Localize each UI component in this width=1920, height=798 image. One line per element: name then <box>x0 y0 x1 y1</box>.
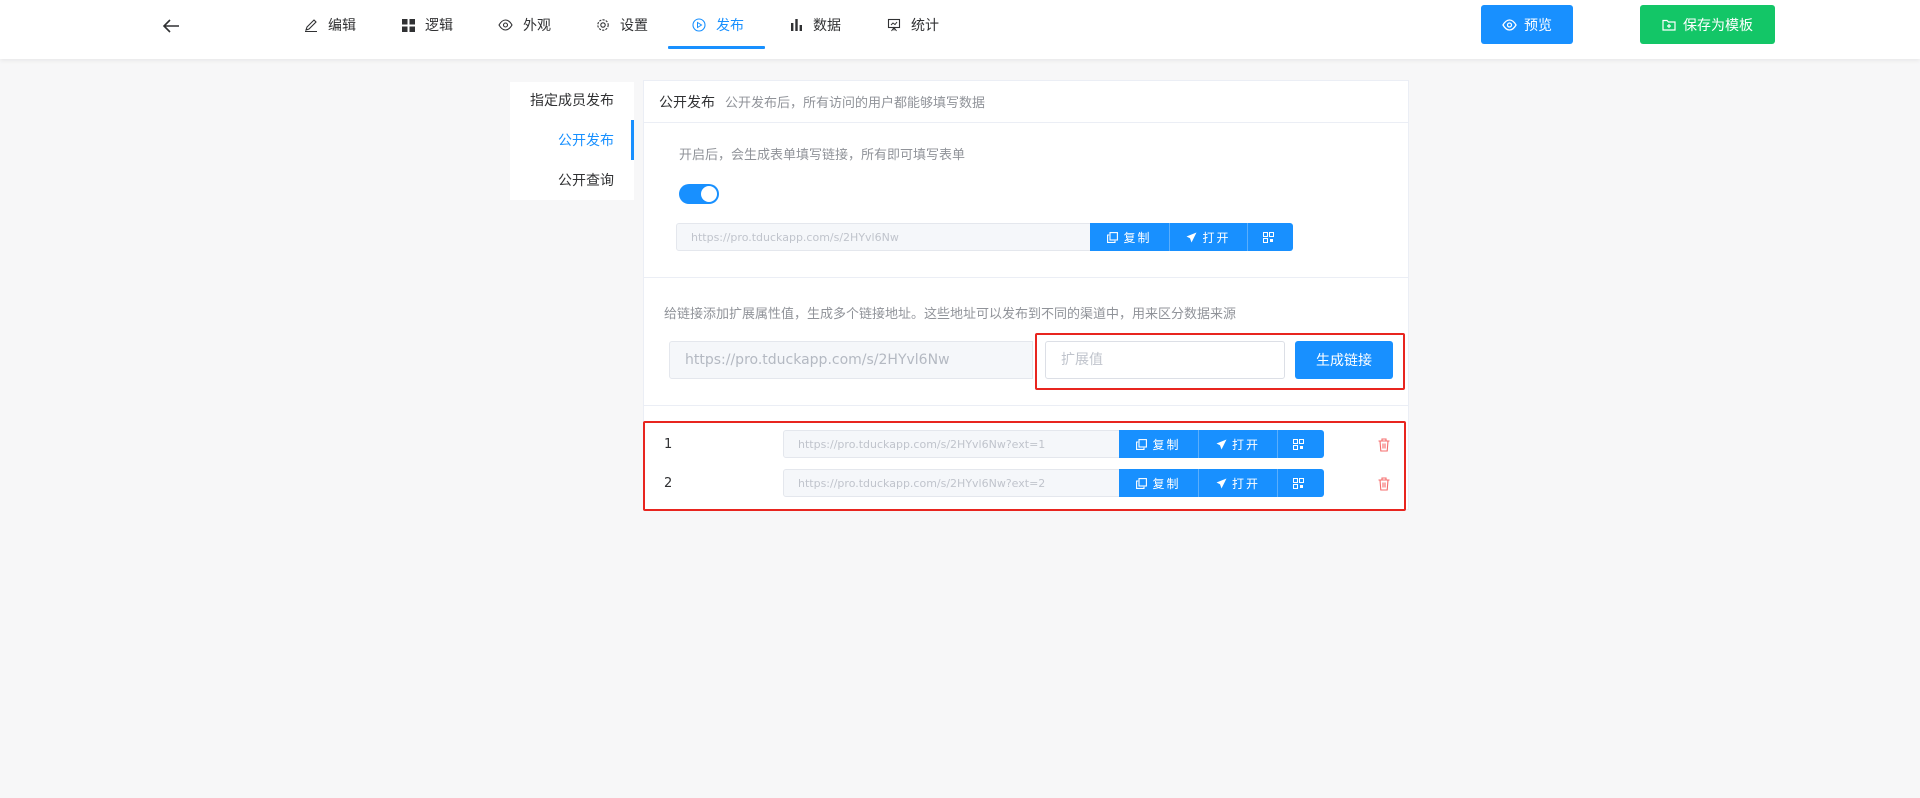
tab-stats-label: 统计 <box>911 18 939 34</box>
panel-title: 公开发布 <box>659 94 715 111</box>
ext-link-field[interactable]: https://pro.tduckapp.com/s/2HYvl6Nw?ext=… <box>783 430 1123 458</box>
qrcode-button[interactable] <box>1248 223 1293 251</box>
side-active-indicator <box>631 120 634 160</box>
tab-data[interactable]: 数据 <box>790 0 841 50</box>
tab-appearance[interactable]: 外观 <box>498 0 551 50</box>
copy-button[interactable]: 复制 <box>1119 430 1199 458</box>
open-label: 打开 <box>1231 476 1260 491</box>
qrcode-icon <box>1293 477 1304 489</box>
save-as-template-label: 保存为模板 <box>1683 17 1753 34</box>
open-button[interactable]: 打开 <box>1199 430 1278 458</box>
preview-label: 预览 <box>1524 17 1552 34</box>
tab-publish-label: 发布 <box>716 18 744 34</box>
ext-link-field[interactable]: https://pro.tduckapp.com/s/2HYvl6Nw?ext=… <box>783 469 1123 497</box>
copy-label: 复制 <box>1152 476 1181 491</box>
side-item-member-publish[interactable]: 指定成员发布 <box>530 90 614 110</box>
ext-value-input[interactable] <box>1045 341 1285 379</box>
eye-icon <box>498 19 513 31</box>
publish-side-menu: 指定成员发布 公开发布 公开查询 <box>510 82 634 200</box>
tab-settings[interactable]: 设置 <box>596 0 648 50</box>
tab-logic-label: 逻辑 <box>425 18 453 34</box>
active-tab-indicator <box>668 46 765 49</box>
public-link-field[interactable]: https://pro.tduckapp.com/s/2HYvl6Nw <box>676 223 1092 251</box>
save-as-template-button[interactable]: 保存为模板 <box>1640 5 1775 44</box>
public-link-actions: 复制 打开 <box>1090 223 1293 251</box>
copy-icon <box>1107 231 1119 243</box>
ext-hint: 给链接添加扩展属性值，生成多个链接地址。这些地址可以发布到不同的渠道中，用来区分… <box>664 307 1237 322</box>
tab-logic[interactable]: 逻辑 <box>402 0 453 50</box>
copy-icon <box>1136 438 1148 450</box>
tab-edit[interactable]: 编辑 <box>304 0 356 50</box>
panel-header: 公开发布 公开发布后，所有访问的用户都能够填写数据 <box>644 81 1408 123</box>
ext-link-actions: 复制 打开 <box>1119 469 1324 497</box>
bar-chart-icon <box>791 19 802 31</box>
folder-plus-icon <box>1662 19 1676 31</box>
eye-icon <box>1502 18 1517 31</box>
preview-button[interactable]: 预览 <box>1481 5 1573 44</box>
link-row-index: 1 <box>664 437 673 452</box>
tab-publish[interactable]: 发布 <box>692 0 744 50</box>
qrcode-button[interactable] <box>1278 469 1324 497</box>
public-publish-toggle[interactable] <box>679 184 719 204</box>
open-label: 打开 <box>1231 437 1260 452</box>
tab-stats[interactable]: 统计 <box>887 0 939 50</box>
base-link-field[interactable]: https://pro.tduckapp.com/s/2HYvl6Nw <box>669 341 1033 379</box>
qrcode-icon <box>1262 231 1274 243</box>
open-button[interactable]: 打开 <box>1199 469 1278 497</box>
copy-icon <box>1136 477 1148 489</box>
open-label: 打开 <box>1202 230 1231 245</box>
copy-button[interactable]: 复制 <box>1119 469 1199 497</box>
back-arrow-icon[interactable] <box>162 16 182 36</box>
public-publish-panel: 公开发布 公开发布后，所有访问的用户都能够填写数据 开启后，会生成表单填写链接，… <box>643 80 1409 510</box>
send-icon <box>1216 478 1227 488</box>
link-row-index: 2 <box>664 476 673 491</box>
generate-link-button[interactable]: 生成链接 <box>1295 341 1393 379</box>
edit-icon <box>305 19 317 32</box>
delete-link-icon[interactable] <box>1378 437 1390 456</box>
tab-edit-label: 编辑 <box>328 18 356 34</box>
qrcode-button[interactable] <box>1278 430 1324 458</box>
toggle-knob <box>701 186 717 202</box>
panel-subtitle: 公开发布后，所有访问的用户都能够填写数据 <box>725 96 986 111</box>
copy-button[interactable]: 复制 <box>1090 223 1170 251</box>
copy-label: 复制 <box>1123 230 1152 245</box>
tab-data-label: 数据 <box>813 18 841 34</box>
open-button[interactable]: 打开 <box>1170 223 1248 251</box>
side-item-public-publish[interactable]: 公开发布 <box>558 130 614 150</box>
tab-settings-label: 设置 <box>620 18 648 34</box>
tab-appearance-label: 外观 <box>523 18 551 34</box>
logic-icon <box>402 18 415 32</box>
qrcode-icon <box>1293 438 1304 450</box>
side-item-public-query[interactable]: 公开查询 <box>558 170 614 190</box>
gear-icon <box>597 19 609 31</box>
delete-link-icon[interactable] <box>1378 476 1390 495</box>
toggle-hint: 开启后，会生成表单填写链接，所有即可填写表单 <box>679 148 966 163</box>
ext-link-actions: 复制 打开 <box>1119 430 1324 458</box>
copy-label: 复制 <box>1152 437 1181 452</box>
section-divider <box>644 277 1408 278</box>
top-bar: 编辑 逻辑 外观 设置 发布 数据 统计 预览 保存为模板 <box>0 0 1920 59</box>
stats-board-icon <box>887 18 901 32</box>
send-icon <box>1216 439 1227 449</box>
send-icon <box>1186 232 1197 242</box>
section-divider <box>644 405 1408 406</box>
play-circle-icon <box>692 18 706 32</box>
